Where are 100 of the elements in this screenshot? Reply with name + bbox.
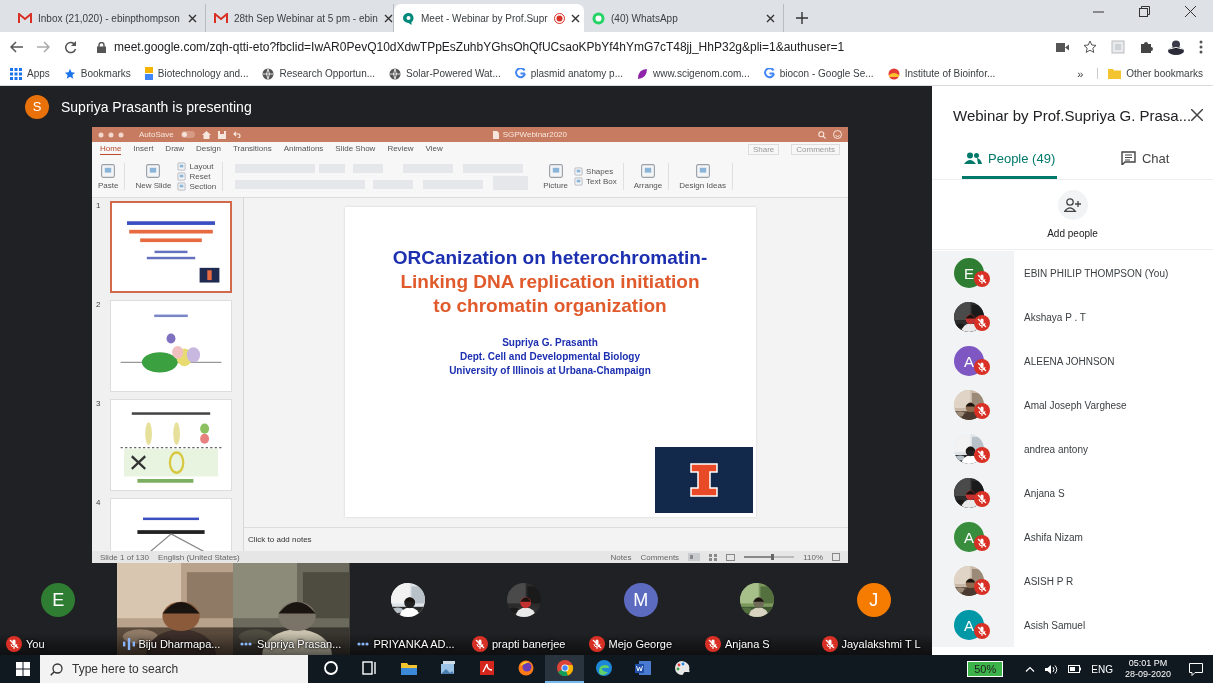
close-icon[interactable] <box>383 13 393 23</box>
ribbon-button[interactable]: Section <box>177 182 217 191</box>
normal-view-icon[interactable] <box>688 553 701 561</box>
close-icon[interactable] <box>570 13 580 23</box>
notification-icon[interactable] <box>1189 662 1203 676</box>
ribbon-tab[interactable]: Animations <box>283 144 324 154</box>
ribbon-button[interactable]: Design Ideas <box>679 163 726 190</box>
participant-row[interactable]: E EBIN PHILIP THOMPSON (You) <box>932 251 1213 295</box>
mail-icon <box>214 12 228 24</box>
participant-tile[interactable]: J Jayalakshmi T L <box>815 563 932 655</box>
reading-view-icon[interactable] <box>726 553 736 561</box>
bookmark-link[interactable]: Solar-Powered Wat... <box>389 67 501 80</box>
camera-icon[interactable] <box>1056 42 1069 52</box>
ribbon-tab[interactable]: Slide Show <box>335 144 376 154</box>
ribbon-button[interactable]: Picture <box>543 163 569 190</box>
bar-icon <box>144 67 153 80</box>
fit-icon[interactable] <box>832 553 840 561</box>
panel-tab[interactable]: People (49) <box>962 140 1058 179</box>
ribbon-tab[interactable]: Transitions <box>232 144 272 154</box>
participant-row[interactable]: andrea antony <box>932 427 1213 471</box>
participant-row[interactable]: A Asish Samuel <box>932 603 1213 647</box>
language-label: English (United States) <box>157 552 240 562</box>
slide-thumbnail[interactable] <box>110 201 232 293</box>
ribbon-tab[interactable]: Design <box>196 144 221 154</box>
ribbon-tab[interactable]: View <box>425 144 443 154</box>
language-indicator[interactable]: ENG <box>1091 663 1113 675</box>
ribbon-command-icon <box>574 177 584 186</box>
address-field[interactable]: meet.google.com/zqh-qtti-eto?fbclid=IwAR0PevQ10dXdwTPpEsZuhbYGhsOhQfUCsaoKPbYf4hYmG7cT48jj_HhP32g&pli=1&authuser=1 <box>91 35 1042 59</box>
bookmark-link[interactable]: Institute of Bioinfor... <box>887 67 996 80</box>
ribbon-tab[interactable]: Review <box>387 144 414 154</box>
participant-tile[interactable]: Biju Dharmapa... <box>116 563 233 655</box>
circle-icon <box>321 659 340 677</box>
participant-row[interactable]: A ALEENA JOHNSON <box>932 339 1213 383</box>
toggle-icon[interactable] <box>180 131 195 138</box>
undo-icon[interactable] <box>232 131 242 138</box>
close-icon[interactable] <box>1191 109 1204 121</box>
back-icon[interactable] <box>10 41 23 53</box>
bookmark-link[interactable]: Bookmarks <box>63 67 131 80</box>
ribbon-command-icon <box>574 167 584 176</box>
clock[interactable]: 05:01 PM 28-09-2020 <box>1124 658 1171 680</box>
profile-icon[interactable] <box>1167 39 1185 55</box>
add-person-button[interactable] <box>1057 190 1088 220</box>
participant-tile[interactable]: E You <box>0 563 117 655</box>
participant-tile[interactable]: prapti banerjee <box>466 563 583 655</box>
pdf-icon <box>477 659 496 677</box>
participant-row[interactable]: Akshaya P . T <box>932 295 1213 339</box>
ribbon-button[interactable]: Layout <box>177 162 217 171</box>
windows-start-icon[interactable] <box>16 662 30 676</box>
reload-icon[interactable] <box>64 40 77 54</box>
participant-tile[interactable]: PRIYANKA AD... <box>349 563 466 655</box>
slide-number: 4 <box>96 498 102 509</box>
bookmark-link[interactable]: plasmid anatomy p... <box>514 68 623 79</box>
browser-tab[interactable]: Meet - Webinar by Prof.Supr <box>394 4 584 32</box>
menu-icon[interactable] <box>1199 40 1203 54</box>
restore-icon[interactable] <box>1139 5 1150 17</box>
bookmark-folder[interactable]: Other bookmarks <box>1097 68 1203 79</box>
puzzle-icon[interactable] <box>1139 40 1153 54</box>
chevron-up-icon[interactable] <box>1025 666 1036 672</box>
bookmark-link[interactable]: Research Opportun... <box>262 67 376 80</box>
participant-row[interactable]: ASISH P R <box>932 559 1213 603</box>
participant-tile[interactable]: Anjana S <box>699 563 816 655</box>
notes-button[interactable]: Notes <box>610 552 632 562</box>
slide-number: 3 <box>96 399 102 410</box>
ribbon-button[interactable]: New Slide <box>135 163 172 190</box>
ribbon-button[interactable]: Text Box <box>574 177 617 186</box>
overflow-chevron[interactable]: » <box>1077 67 1084 80</box>
battery-icon[interactable] <box>1068 665 1082 673</box>
bookmark-link[interactable]: Biotechnology and... <box>144 67 249 80</box>
search-field[interactable]: Type here to search <box>40 655 308 683</box>
ribbon-tab[interactable]: Draw <box>165 144 185 154</box>
bookmark-link[interactable]: www.scigenom.com... <box>637 67 750 80</box>
close-icon[interactable] <box>1185 5 1196 17</box>
wave-icon <box>594 659 613 677</box>
bookmark-link[interactable]: Apps <box>10 67 50 80</box>
participant-row[interactable]: Anjana S <box>932 471 1213 515</box>
participant-tile[interactable]: M Mejo George <box>582 563 699 655</box>
save-icon[interactable] <box>217 130 226 139</box>
participant-row[interactable]: Amal Joseph Varghese <box>932 383 1213 427</box>
new-tab-icon[interactable] <box>796 12 808 24</box>
avatar: J <box>856 583 891 617</box>
palette-icon <box>672 659 691 677</box>
ribbon-tab[interactable]: Insert <box>133 144 154 154</box>
ribbon-button[interactable]: Reset <box>177 172 217 181</box>
home-icon[interactable] <box>201 130 211 139</box>
grid-view-icon[interactable] <box>709 553 718 561</box>
close-icon[interactable] <box>766 13 775 23</box>
participant-row[interactable]: A Ashifa Nizam <box>932 515 1213 559</box>
taskbar-app[interactable] <box>545 655 584 683</box>
close-icon[interactable] <box>188 13 197 23</box>
comments-button[interactable]: Comments <box>640 552 680 562</box>
ribbon-button[interactable]: Paste <box>98 163 119 190</box>
search-icon[interactable] <box>818 130 826 139</box>
bookmark-link[interactable]: biocon - Google Se... <box>763 68 874 79</box>
speaker-icon[interactable] <box>1045 663 1059 675</box>
panel-tab[interactable]: Chat <box>1077 140 1213 179</box>
ribbon-tab[interactable]: Home <box>100 143 122 155</box>
battery-indicator[interactable]: 50% <box>967 661 1004 677</box>
star-icon[interactable] <box>1083 40 1097 54</box>
ribbon-button[interactable]: Shapes <box>574 167 617 176</box>
ribbon-button[interactable]: Arrange <box>633 163 663 190</box>
